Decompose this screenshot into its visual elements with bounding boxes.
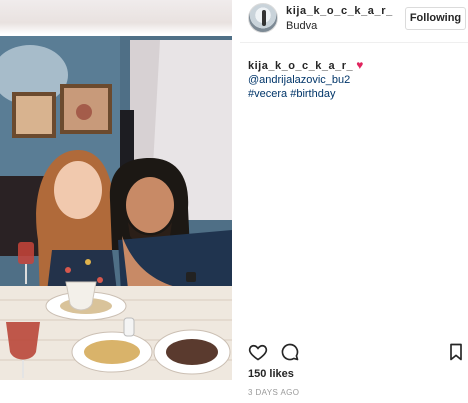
post-timestamp[interactable]: 3 DAYS AGO	[248, 388, 299, 397]
post-actions	[240, 338, 468, 364]
comment-bubble-icon[interactable]	[280, 342, 300, 362]
heart-emoji: ♥	[356, 58, 364, 72]
header-divider	[240, 42, 468, 43]
post-side-panel: kija_k_o_c_k_a_r_ Budva Following kija_k…	[240, 0, 468, 403]
likes-count[interactable]: 150 likes	[248, 368, 294, 380]
location-link[interactable]: Budva	[286, 20, 317, 32]
profile-avatar[interactable]	[248, 3, 278, 33]
hashtag-vecera[interactable]: #vecera	[248, 88, 287, 100]
header-username[interactable]: kija_k_o_c_k_a_r_	[286, 5, 393, 17]
heart-outline-icon[interactable]	[248, 342, 268, 362]
photo-illustration	[0, 36, 232, 380]
bookmark-icon[interactable]	[446, 342, 466, 362]
post-header: kija_k_o_c_k_a_r_ Budva Following	[240, 0, 468, 42]
mention-link[interactable]: @andrijalazovic_bu2	[248, 74, 350, 86]
hashtag-birthday[interactable]: #birthday	[290, 88, 335, 100]
instagram-post: kija_k_o_c_k_a_r_ Budva Following kija_k…	[0, 0, 468, 403]
following-button[interactable]: Following	[405, 7, 466, 30]
caption-username[interactable]: kija_k_o_c_k_a_r_	[248, 60, 353, 72]
post-caption: kija_k_o_c_k_a_r_ ♥ @andrijalazovic_bu2 …	[248, 58, 464, 101]
post-photo[interactable]	[0, 0, 232, 380]
